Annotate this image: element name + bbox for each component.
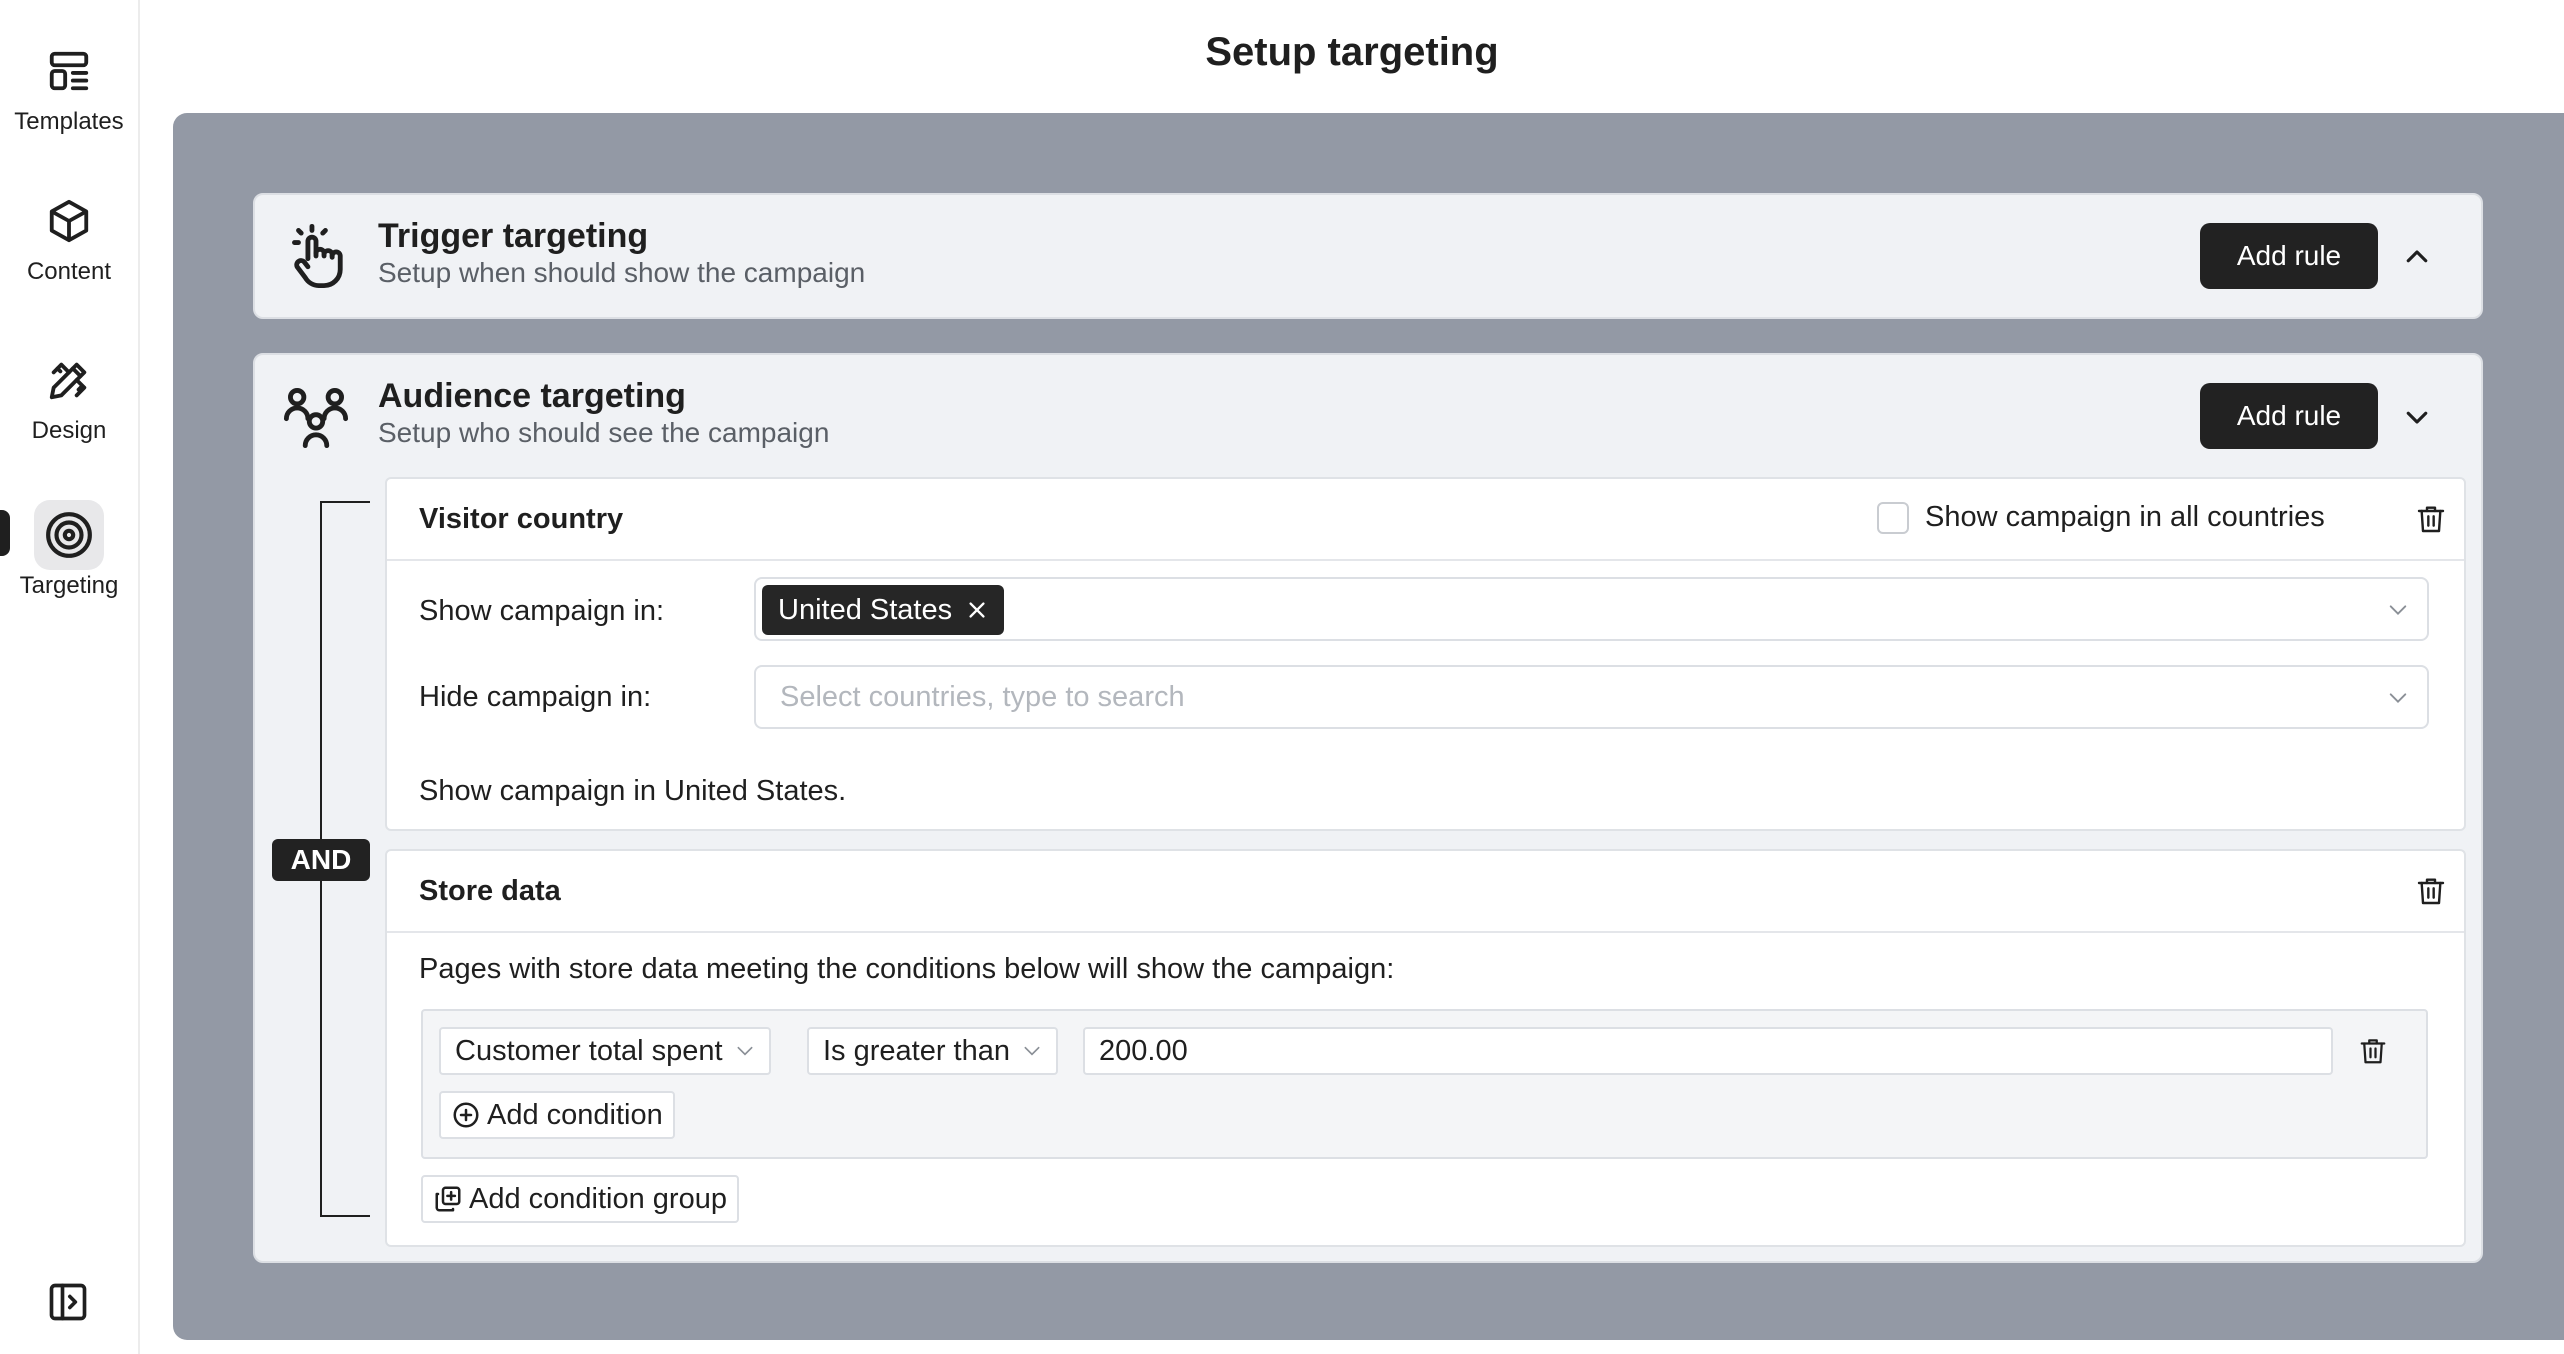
chevron-down-icon[interactable] [2395,395,2439,439]
sidebar-toggle-icon[interactable] [46,1280,90,1324]
visitor-country-rule: Visitor country Show campaign in all cou… [385,477,2466,831]
condition-group: Customer total spent Is greater than 200… [421,1009,2428,1159]
hide-countries-select[interactable]: Select countries, type to search [754,665,2429,729]
audience-targeting-panel: Audience targeting Setup who should see … [253,353,2483,1263]
copy-plus-icon [433,1184,469,1214]
show-countries-select[interactable]: United States [754,577,2429,641]
condition-field-value: Customer total spent [455,1034,723,1067]
trigger-targeting-header[interactable]: Trigger targeting Setup when should show… [255,195,2481,319]
hand-pointer-icon [283,221,349,291]
country-summary: Show campaign in United States. [419,775,847,807]
all-countries-toggle[interactable]: Show campaign in all countries [1877,501,2325,534]
trigger-add-rule-button[interactable]: Add rule [2200,223,2378,289]
sidebar-item-label: Targeting [19,572,119,599]
chevron-down-icon [735,1041,755,1061]
trash-icon[interactable] [2413,501,2449,537]
condition-operator-select[interactable]: Is greater than [807,1027,1058,1075]
sidebar: Templates Content Design Targeting [0,0,140,1354]
targeting-stage: Trigger targeting Setup when should show… [173,113,2564,1340]
condition-value-input[interactable]: 200.00 [1083,1027,2333,1075]
sidebar-item-design[interactable]: Design [0,345,138,445]
store-data-description: Pages with store data meeting the condit… [419,953,1395,985]
country-tag: United States [762,585,1005,635]
all-countries-label: Show campaign in all countries [1925,501,2325,533]
add-condition-group-label: Add condition group [469,1182,727,1215]
condition-field-select[interactable]: Customer total spent [439,1027,771,1075]
hide-countries-placeholder: Select countries, type to search [780,681,1185,713]
design-icon [34,345,104,415]
audience-targeting-header[interactable]: Audience targeting Setup who should see … [255,355,2481,479]
and-operator-badge: AND [272,839,370,881]
trash-icon[interactable] [2355,1033,2391,1069]
users-icon [283,381,349,451]
add-condition-group-button[interactable]: Add condition group [421,1175,739,1223]
target-icon [34,500,104,570]
sidebar-item-targeting[interactable]: Targeting [0,500,138,600]
sidebar-item-label: Content [26,258,112,285]
trigger-targeting-subtitle: Setup when should show the campaign [378,257,866,288]
audience-targeting-subtitle: Setup who should see the campaign [378,417,830,448]
condition-operator-value: Is greater than [823,1034,1010,1067]
audience-targeting-title: Audience targeting [378,377,686,415]
add-condition-button[interactable]: Add condition [439,1091,675,1139]
chevron-down-icon [2387,687,2409,709]
visitor-country-title: Visitor country [419,503,624,535]
store-data-title: Store data [419,875,561,907]
sidebar-item-label: Templates [14,108,124,135]
close-icon[interactable] [966,599,988,621]
page-title: Setup targeting [1205,30,1499,74]
chevron-up-icon[interactable] [2395,235,2439,279]
all-countries-checkbox[interactable] [1877,501,1909,534]
chevron-down-icon [2387,599,2409,621]
country-tag-label: United States [778,593,953,626]
audience-add-rule-button[interactable]: Add rule [2200,383,2378,449]
sidebar-item-content[interactable]: Content [0,186,138,286]
trigger-targeting-title: Trigger targeting [378,217,649,255]
sidebar-item-label: Design [31,417,107,444]
show-campaign-label: Show campaign in: [419,595,665,627]
add-condition-label: Add condition [487,1098,663,1131]
plus-circle-icon [451,1100,487,1130]
trigger-targeting-panel: Trigger targeting Setup when should show… [253,193,2483,319]
sidebar-item-templates[interactable]: Templates [0,36,138,136]
store-data-rule: Store data Pages with store data meeting… [385,849,2466,1247]
chevron-down-icon [1022,1041,1042,1061]
cube-icon [34,186,104,256]
templates-icon [34,36,104,106]
hide-campaign-label: Hide campaign in: [419,681,652,713]
trash-icon[interactable] [2413,873,2449,909]
